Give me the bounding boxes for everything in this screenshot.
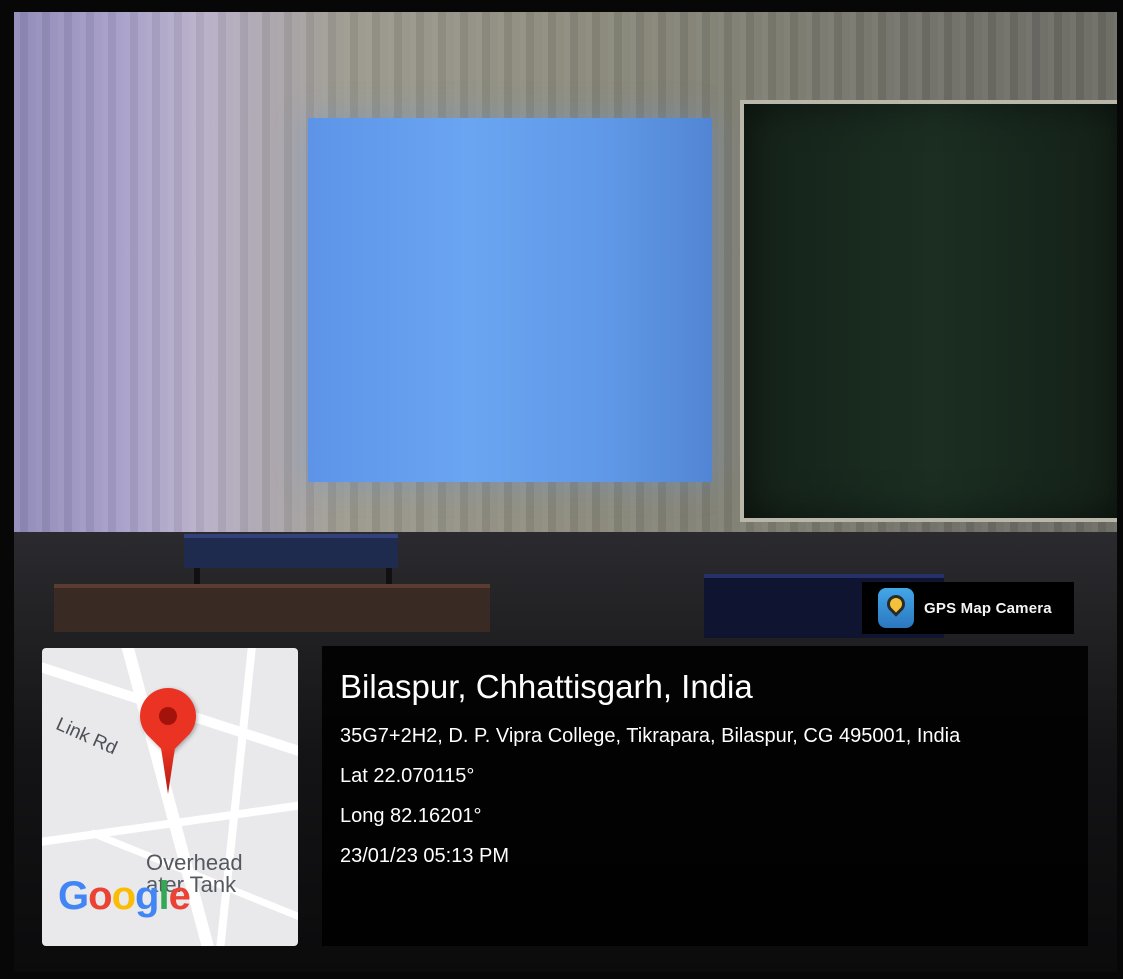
photo-frame: GPS Map Camera Link Rd Overhead ater Tan…	[0, 0, 1123, 979]
desk	[184, 534, 398, 568]
chalkboard	[740, 100, 1117, 522]
app-name: GPS Map Camera	[924, 599, 1052, 617]
road-label: Link Rd	[52, 713, 121, 760]
desk	[54, 584, 490, 632]
longitude: Long 82.16201°	[340, 805, 482, 827]
projector-screen-light	[308, 118, 712, 482]
gps-map-camera-icon	[878, 588, 914, 628]
google-logo: Google	[58, 874, 191, 918]
street-address: 35G7+2H2, D. P. Vipra College, Tikrapara…	[340, 725, 961, 747]
map-thumbnail: Link Rd Overhead ater Tank Google	[42, 648, 298, 946]
timestamp: 23/01/23 05:13 PM	[340, 845, 510, 867]
location-info-panel: Bilaspur, Chhattisgarh, India 35G7+2H2, …	[322, 646, 1088, 946]
place-name: Bilaspur, Chhattisgarh, India	[340, 668, 753, 705]
app-watermark: GPS Map Camera	[862, 582, 1074, 634]
latitude: Lat 22.070115°	[340, 765, 475, 787]
